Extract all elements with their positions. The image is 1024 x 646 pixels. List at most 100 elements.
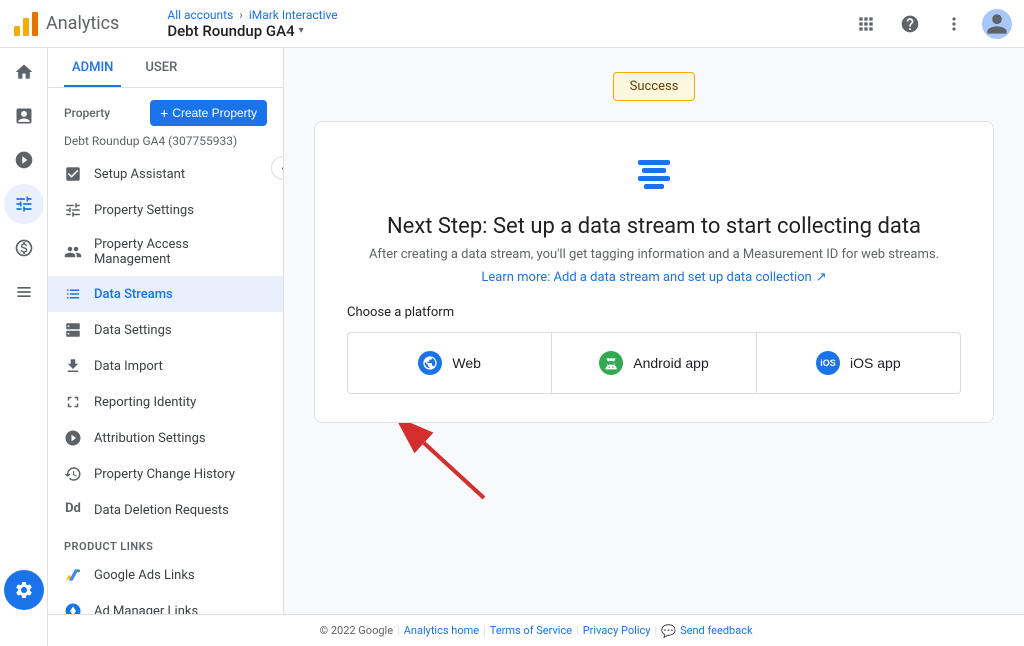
external-link-icon: ↗ — [816, 270, 827, 285]
menu-item-setup-assistant[interactable]: Setup Assistant — [48, 156, 283, 192]
learn-more-text: Learn more: Add a data stream and set up… — [481, 270, 811, 285]
property-name: Debt Roundup GA4 — [167, 22, 294, 40]
menu-label-data-streams: Data Streams — [94, 287, 173, 302]
android-platform-icon — [599, 351, 623, 375]
rail-explore-icon[interactable] — [4, 140, 44, 180]
platform-ios-button[interactable]: iOS iOS app — [757, 332, 961, 394]
privacy-link[interactable]: Privacy Policy — [583, 624, 651, 637]
topnav-actions — [850, 8, 1012, 40]
platform-web-button[interactable]: Web — [347, 332, 552, 394]
menu-label-data-deletion: Data Deletion Requests — [94, 503, 229, 518]
ios-platform-label: iOS app — [850, 355, 901, 371]
next-step-description: After creating a data stream, you'll get… — [347, 247, 961, 262]
rail-configure-icon[interactable] — [4, 184, 44, 224]
content-area: Success Next Step: Set up a data stream … — [284, 48, 1024, 646]
access-icon — [64, 243, 82, 261]
rail-more-icon[interactable] — [4, 272, 44, 312]
menu-item-property-change-history[interactable]: Property Change History — [48, 456, 283, 492]
settings-gear-icon[interactable] — [4, 570, 44, 610]
menu-item-property-settings[interactable]: Property Settings — [48, 192, 283, 228]
menu-label-property-change-history: Property Change History — [94, 467, 235, 482]
property-header: Property + Create Property — [48, 88, 283, 130]
rail-home-icon[interactable] — [4, 52, 44, 92]
feedback-icon: 💬 — [661, 624, 676, 638]
web-platform-icon — [418, 351, 442, 375]
admin-user-tabs: ADMIN USER — [48, 48, 283, 88]
menu-item-data-streams[interactable]: Data Streams — [48, 276, 283, 312]
success-toast: Success — [613, 72, 696, 101]
attribution-icon — [64, 429, 82, 447]
reporting-icon — [64, 393, 82, 411]
plus-icon: + — [160, 105, 168, 121]
menu-item-data-import[interactable]: Data Import — [48, 348, 283, 384]
import-icon — [64, 357, 82, 375]
menu-item-data-deletion[interactable]: Dd Data Deletion Requests — [48, 492, 283, 528]
menu-label-property-settings: Property Settings — [94, 203, 194, 218]
platform-section: Choose a platform Web Android app — [347, 305, 961, 394]
tab-admin[interactable]: ADMIN — [64, 48, 121, 87]
menu-item-data-settings[interactable]: Data Settings — [48, 312, 283, 348]
terms-link[interactable]: Terms of Service — [490, 624, 572, 637]
history-icon — [64, 465, 82, 483]
menu-label-setup-assistant: Setup Assistant — [94, 167, 185, 182]
feedback-link[interactable]: Send feedback — [680, 624, 752, 637]
android-platform-label: Android app — [633, 355, 709, 371]
annotation-arrow-container — [314, 423, 994, 503]
platform-label: Choose a platform — [347, 305, 961, 320]
annotation-arrow — [364, 423, 564, 503]
stream-bar-4 — [644, 184, 664, 189]
ios-platform-icon: iOS — [816, 351, 840, 375]
stream-icon-container — [347, 150, 961, 198]
rail-reports-icon[interactable] — [4, 96, 44, 136]
stream-bar-2 — [642, 168, 666, 173]
property-selector[interactable]: Debt Roundup GA4 ▾ — [167, 22, 850, 40]
next-step-title: Next Step: Set up a data stream to start… — [347, 214, 961, 239]
menu-item-attribution-settings[interactable]: Attribution Settings — [48, 420, 283, 456]
product-links-section: PRODUCT LINKS — [48, 528, 283, 557]
app-name: Analytics — [46, 13, 119, 34]
next-step-card: Next Step: Set up a data stream to start… — [314, 121, 994, 423]
footer: © 2022 Google | Analytics home | Terms o… — [48, 614, 1024, 646]
left-rail — [0, 48, 48, 646]
platform-buttons: Web Android app iOS iOS app — [347, 332, 961, 394]
web-platform-label: Web — [452, 355, 481, 371]
learn-more-link[interactable]: Learn more: Add a data stream and set up… — [347, 270, 961, 285]
menu-label-google-ads: Google Ads Links — [94, 568, 195, 583]
stream-icon — [630, 150, 678, 198]
property-display-name: Debt Roundup GA4 (307755933) — [48, 130, 283, 156]
menu-item-property-access[interactable]: Property Access Management — [48, 228, 283, 276]
platform-android-button[interactable]: Android app — [552, 332, 756, 394]
success-label: Success — [630, 79, 679, 94]
footer-copyright: © 2022 Google — [319, 624, 393, 637]
google-ads-icon — [64, 566, 82, 584]
avatar[interactable] — [982, 9, 1012, 39]
streams-icon — [64, 285, 82, 303]
main-layout: ADMIN USER Property + Create Property De… — [48, 48, 1024, 646]
create-property-label: Create Property — [172, 106, 257, 120]
tab-user[interactable]: USER — [137, 48, 185, 87]
menu-label-attribution-settings: Attribution Settings — [94, 431, 206, 446]
stream-bar-1 — [638, 160, 670, 165]
chevron-down-icon: ▾ — [299, 25, 304, 36]
breadcrumb-prefix: All accounts — [167, 8, 233, 22]
apps-icon[interactable] — [850, 8, 882, 40]
more-options-icon[interactable] — [938, 8, 970, 40]
property-section-label: Property — [64, 106, 110, 120]
breadcrumb-account: iMark Interactive — [249, 8, 338, 22]
rail-advertising-icon[interactable] — [4, 228, 44, 268]
create-property-button[interactable]: + Create Property — [150, 100, 267, 126]
settings-icon — [64, 201, 82, 219]
setup-icon — [64, 165, 82, 183]
data-settings-icon — [64, 321, 82, 339]
side-panel: ADMIN USER Property + Create Property De… — [48, 48, 284, 646]
app-logo: Analytics — [12, 10, 135, 38]
help-icon[interactable] — [894, 8, 926, 40]
menu-label-reporting-identity: Reporting Identity — [94, 395, 196, 410]
topnav: Analytics All accounts › iMark Interacti… — [0, 0, 1024, 48]
breadcrumb: All accounts › iMark Interactive — [167, 8, 850, 22]
stream-bar-3 — [638, 176, 670, 181]
analytics-home-link[interactable]: Analytics home — [404, 624, 479, 637]
deletion-icon: Dd — [64, 501, 82, 519]
menu-item-reporting-identity[interactable]: Reporting Identity — [48, 384, 283, 420]
menu-item-google-ads[interactable]: Google Ads Links — [48, 557, 283, 593]
